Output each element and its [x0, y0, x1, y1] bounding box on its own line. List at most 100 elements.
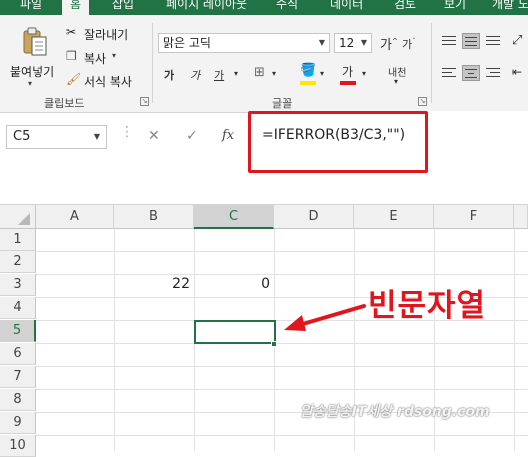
name-box-value: C5	[13, 129, 31, 144]
fill-color-bar	[300, 81, 316, 85]
tab-insert[interactable]: 삽입	[112, 0, 134, 12]
row-header-1[interactable]: 1	[0, 229, 36, 251]
font-name-select[interactable]: 맑은 고딕 ▼	[158, 33, 330, 53]
divider	[152, 23, 153, 103]
tab-view[interactable]: 보기	[444, 0, 466, 12]
select-all-corner[interactable]	[0, 205, 36, 229]
column-header-a[interactable]: A	[36, 205, 114, 229]
orientation-icon[interactable]: ⤢	[512, 33, 522, 48]
column-header-f[interactable]: F	[434, 205, 514, 229]
cut-button[interactable]: 잘라내기	[84, 26, 128, 43]
tab-developer[interactable]: 개발 도	[492, 0, 528, 12]
font-color-button[interactable]: 가	[342, 63, 353, 80]
row-header-5[interactable]: 5	[0, 320, 36, 342]
tab-review[interactable]: 검토	[394, 0, 416, 12]
gridline	[36, 435, 528, 436]
underline-dropdown-arrow[interactable]: ▾	[234, 69, 238, 78]
tab-data[interactable]: 데이터	[330, 0, 363, 12]
align-middle-icon[interactable]	[462, 33, 480, 49]
grow-font-icon: ^	[391, 37, 398, 46]
font-group-label: 글꼴	[272, 97, 293, 110]
cut-icon: ✂	[66, 25, 77, 39]
format-painter-icon: 🖌	[66, 72, 82, 86]
gridline	[36, 389, 528, 390]
ribbon: 붙여넣기 ▾ ✂ 잘라내기 ❐ 복사 ▾ 🖌 서식 복사 클립보드 ↘ 맑은 고…	[0, 15, 528, 113]
copy-icon: ❐	[66, 49, 77, 63]
align-right-icon[interactable]	[484, 65, 502, 81]
paste-icon[interactable]	[22, 27, 48, 57]
cancel-icon[interactable]: ✕	[148, 128, 160, 144]
chevron-down-icon[interactable]: ▼	[94, 126, 100, 148]
chevron-down-icon: ▼	[318, 38, 325, 47]
copy-button[interactable]: 복사	[84, 50, 106, 67]
cell-b3[interactable]: 22	[118, 276, 190, 292]
font-size-value: 12	[339, 36, 355, 50]
paste-button[interactable]: 붙여넣기	[10, 63, 54, 80]
copy-dropdown-arrow[interactable]: ▾	[112, 51, 116, 60]
indent-icon[interactable]: ⇤	[512, 65, 522, 79]
bold-button[interactable]: 가	[164, 67, 174, 83]
column-header-b[interactable]: B	[114, 205, 194, 229]
ribbon-tab-bar: 파일 홈 삽입 페이지 레이아웃 수식 데이터 검토 보기 개발 도	[0, 0, 528, 15]
italic-button[interactable]: 가	[190, 67, 200, 83]
chevron-down-icon: ▼	[360, 38, 367, 47]
font-color-dropdown-arrow[interactable]: ▾	[362, 69, 366, 78]
gridline	[36, 274, 528, 275]
row-header-2[interactable]: 2	[0, 251, 36, 273]
paste-dropdown-arrow[interactable]: ▾	[28, 79, 32, 88]
annotation-text: 빈문자열	[368, 288, 487, 324]
row-header-8[interactable]: 8	[0, 389, 36, 411]
name-box[interactable]: C5 ▼	[6, 125, 107, 149]
format-painter-button[interactable]: 서식 복사	[84, 73, 132, 90]
font-launcher-icon[interactable]: ↘	[418, 97, 427, 106]
shrink-font-button[interactable]: 가ˇ	[402, 36, 416, 52]
fill-handle[interactable]	[271, 341, 277, 347]
annotation-arrow-icon	[284, 304, 366, 331]
border-icon[interactable]: ⊞	[254, 65, 265, 80]
tab-home[interactable]: 홈	[62, 0, 90, 15]
fill-dropdown-arrow[interactable]: ▾	[320, 69, 324, 78]
selected-cell-c5[interactable]	[194, 320, 276, 344]
clipboard-launcher-icon[interactable]: ↘	[140, 97, 149, 106]
grow-font-label: 가	[380, 38, 392, 53]
enter-icon[interactable]: ✓	[186, 128, 198, 144]
divider	[431, 23, 432, 103]
font-name-value: 맑은 고딕	[163, 36, 211, 50]
row-header-9[interactable]: 9	[0, 412, 36, 434]
cell-c3[interactable]: 0	[198, 276, 270, 292]
phonetic-dropdown-arrow[interactable]: ▾	[394, 77, 398, 86]
font-size-select[interactable]: 12 ▼	[334, 33, 372, 53]
row-header-10[interactable]: 10	[0, 435, 36, 457]
align-bottom-icon[interactable]	[484, 33, 502, 49]
column-header-e[interactable]: E	[354, 205, 434, 229]
clipboard-group-label: 클립보드	[44, 97, 85, 110]
grow-font-button[interactable]: 가^	[380, 34, 398, 53]
column-header-d[interactable]: D	[274, 205, 354, 229]
row-header-6[interactable]: 6	[0, 343, 36, 365]
fill-color-icon[interactable]: 🪣	[300, 63, 316, 78]
shrink-font-icon: ˇ	[412, 37, 416, 46]
underline-button[interactable]: 가	[214, 67, 224, 83]
column-header-c[interactable]: C	[194, 205, 274, 229]
gridline	[36, 251, 528, 252]
align-left-icon[interactable]	[440, 65, 458, 81]
row-header-7[interactable]: 7	[0, 366, 36, 388]
gridline	[36, 366, 528, 367]
row-header-3[interactable]: 3	[0, 274, 36, 296]
tab-formulas[interactable]: 수식	[276, 0, 298, 12]
formula-bar-bottom	[0, 194, 528, 205]
gridline	[514, 229, 515, 451]
row-header-4[interactable]: 4	[0, 297, 36, 319]
align-center-icon[interactable]	[462, 65, 480, 81]
formula-bar-grip-icon[interactable]: ⋮	[120, 124, 134, 140]
tab-page-layout[interactable]: 페이지 레이아웃	[166, 0, 247, 12]
border-dropdown-arrow[interactable]: ▾	[272, 69, 276, 78]
column-header-g[interactable]	[514, 205, 528, 229]
watermark: 알송달송IT세상 rdsong.com	[300, 404, 490, 420]
align-top-icon[interactable]	[440, 33, 458, 49]
insert-function-icon[interactable]: fx	[222, 128, 234, 143]
tab-file[interactable]: 파일	[20, 0, 42, 12]
font-color-bar	[340, 81, 356, 85]
gridline	[36, 343, 528, 344]
gridline	[114, 229, 115, 451]
